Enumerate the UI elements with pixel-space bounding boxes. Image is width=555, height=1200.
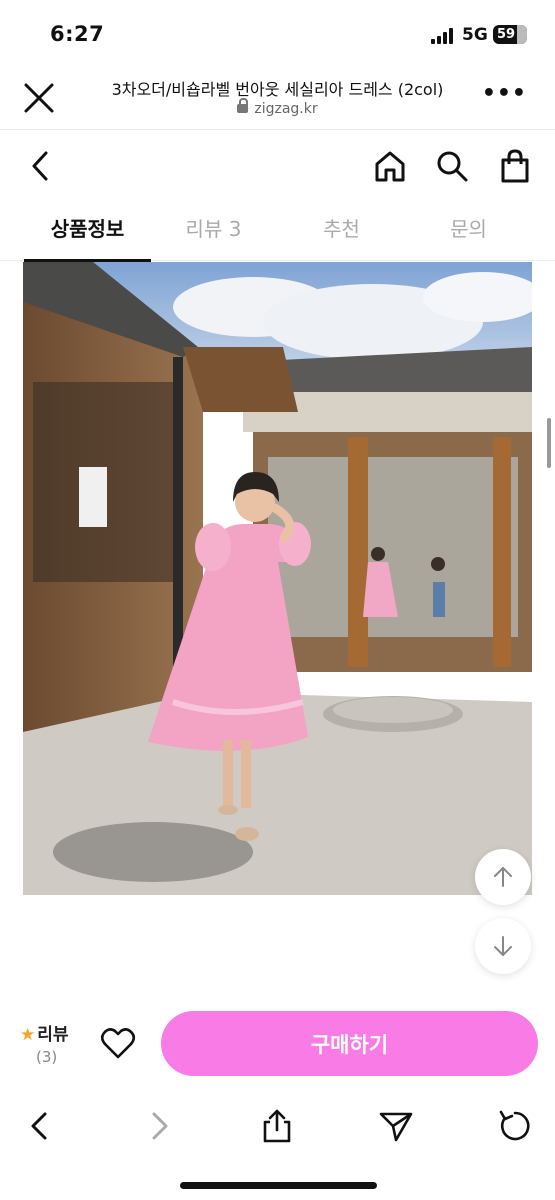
status-time: 6:27 [50, 22, 105, 46]
more-dots-icon[interactable]: ••• [482, 83, 527, 105]
search-icon[interactable] [433, 147, 471, 185]
product-photo[interactable] [23, 262, 532, 895]
review-label: 리뷰 [37, 1025, 69, 1045]
arrow-down-icon [494, 936, 512, 956]
url-text: zigzag.kr [254, 101, 318, 117]
scroll-indicator [547, 418, 551, 468]
url-display[interactable]: zigzag.kr [0, 98, 555, 117]
heart-icon[interactable] [100, 1026, 136, 1060]
review-summary[interactable]: ★ 리뷰 (3) [20, 1020, 90, 1070]
home-indicator [180, 1182, 377, 1189]
forward-icon[interactable] [141, 1108, 177, 1144]
back-icon[interactable] [22, 1108, 58, 1144]
reload-icon[interactable] [497, 1108, 533, 1144]
send-icon[interactable] [378, 1108, 414, 1144]
status-bar: 6:27 5G 59 [0, 0, 555, 64]
network-label: 5G [462, 25, 488, 45]
browser-bar: 3차오더/비숍라벨 번아웃 세실리아 드레스 (2col) zigzag.kr … [0, 64, 555, 130]
tab-recommend[interactable]: 추천 [278, 203, 405, 261]
scroll-up-button[interactable] [475, 849, 531, 905]
battery-level: 59 [497, 27, 516, 42]
back-chevron-icon[interactable] [22, 147, 60, 185]
tab-inquiry[interactable]: 문의 [405, 203, 532, 261]
product-tabs: 상품정보 리뷰 3 추천 문의 [0, 203, 555, 262]
tab-product-info[interactable]: 상품정보 [24, 203, 151, 262]
app-header [0, 131, 555, 203]
buy-button[interactable]: 구매하기 [161, 1011, 538, 1076]
lock-icon [237, 98, 249, 113]
review-count: (3) [36, 1048, 58, 1066]
scroll-down-button[interactable] [475, 918, 531, 974]
signal-icon [431, 28, 457, 44]
page-title: 3차오더/비숍라벨 번아웃 세실리아 드레스 (2col) [111, 80, 444, 99]
home-icon[interactable] [371, 147, 409, 185]
shopping-bag-icon[interactable] [496, 147, 534, 185]
purchase-bar: ★ 리뷰 (3) 구매하기 [0, 1000, 555, 1090]
share-icon[interactable] [259, 1108, 295, 1144]
browser-toolbar [0, 1090, 555, 1200]
arrow-up-icon [494, 867, 512, 887]
star-icon: ★ [20, 1025, 36, 1045]
tab-reviews[interactable]: 리뷰 3 [150, 203, 277, 261]
battery-icon: 59 [493, 25, 527, 44]
